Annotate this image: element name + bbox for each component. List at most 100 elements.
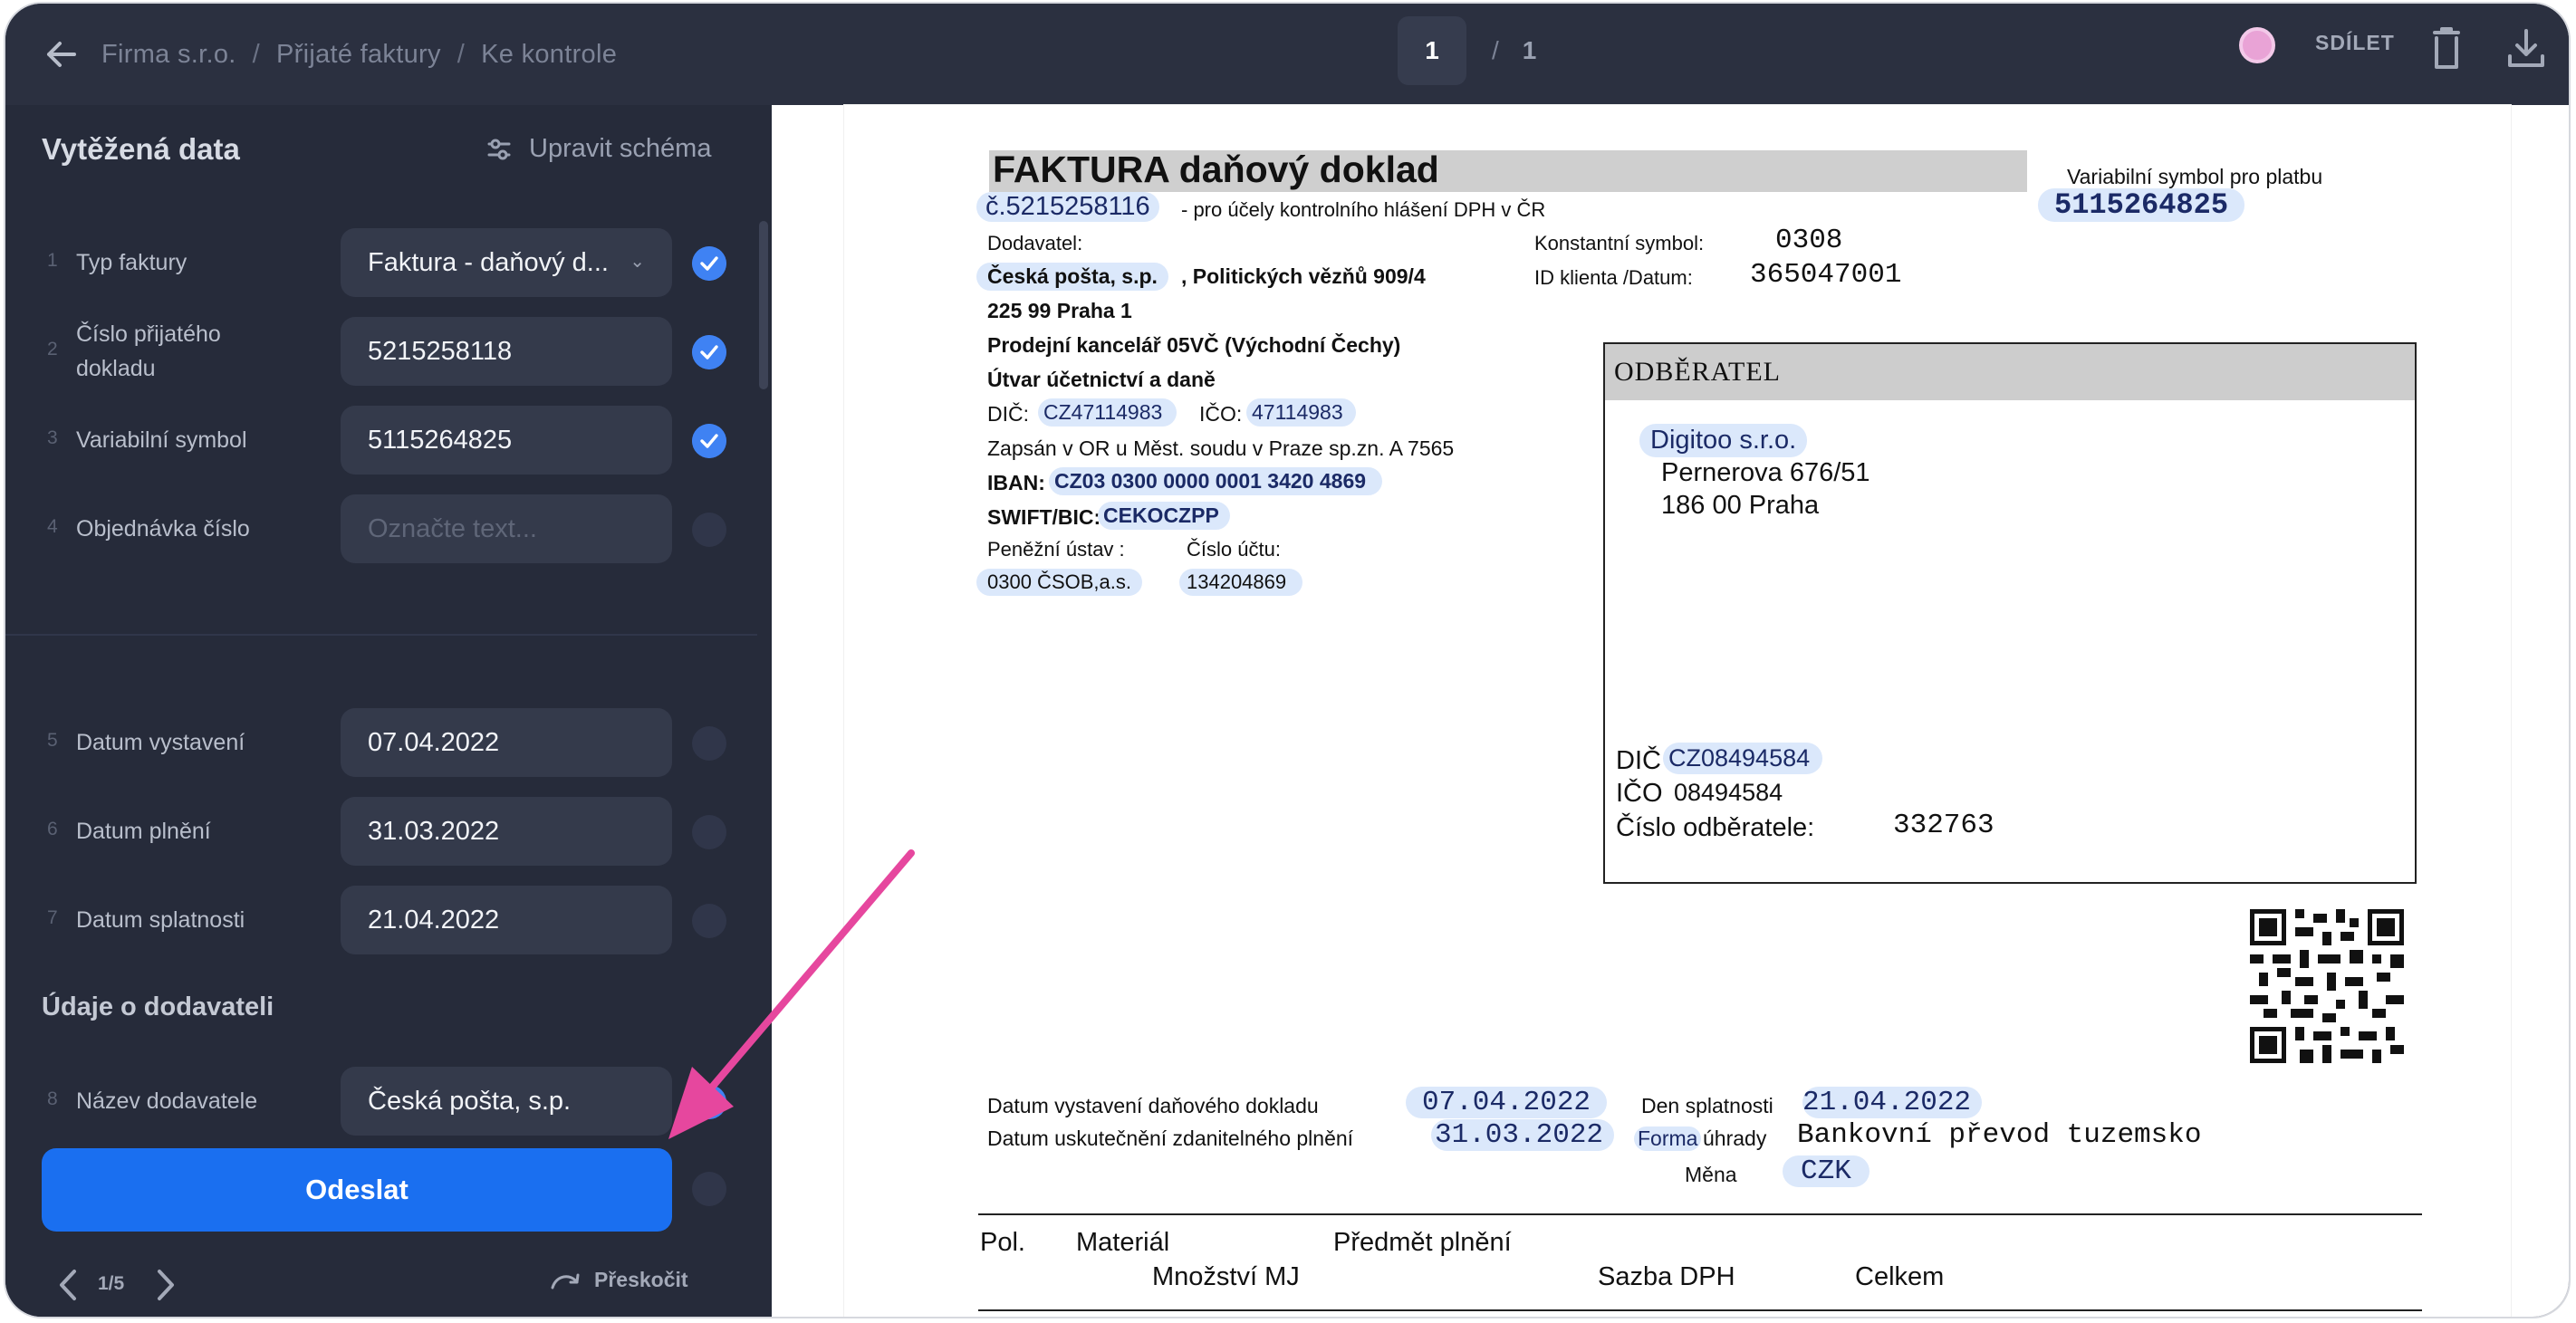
download-icon[interactable] bbox=[2503, 25, 2550, 72]
column-subject: Předmět plnění bbox=[1333, 1228, 1512, 1257]
sidebar-footer: 1/5 Přeskočit bbox=[5, 1257, 772, 1317]
check-icon[interactable] bbox=[692, 335, 726, 369]
taxable-date-value[interactable]: 31.03.2022 bbox=[1431, 1119, 1615, 1151]
field-label: Datum vystavení bbox=[76, 730, 245, 755]
unchecked-circle-icon[interactable] bbox=[692, 815, 726, 849]
document-number-input[interactable]: 5215258118 bbox=[341, 317, 672, 386]
supplier-office: Prodejní kancelář 05VČ (Východní Čechy) bbox=[987, 333, 1401, 357]
issue-date-value[interactable]: 07.04.2022 bbox=[1406, 1087, 1608, 1118]
breadcrumb-separator: / bbox=[457, 39, 466, 69]
app-window: Firma s.r.o. / Přijaté faktury / Ke kont… bbox=[5, 4, 2569, 1317]
field-row-invoice-type: 1 Typ faktury Faktura - daňový d... ⌄ bbox=[5, 228, 772, 297]
buyer-number-value: 332763 bbox=[1893, 810, 1994, 841]
breadcrumb-to-review[interactable]: Ke kontrole bbox=[481, 40, 617, 70]
field-number: 2 bbox=[47, 339, 58, 360]
due-date-label: Den splatnosti bbox=[1641, 1094, 1773, 1117]
variable-symbol-input[interactable]: 5115264825 bbox=[341, 406, 672, 475]
chevron-left-icon[interactable] bbox=[53, 1266, 83, 1304]
swift-value[interactable]: CEKOCZPP bbox=[1098, 502, 1230, 530]
supplier-name-input[interactable]: Česká pošta, s.p. bbox=[341, 1067, 672, 1136]
supplier-ico[interactable]: 47114983 bbox=[1246, 398, 1356, 427]
invoice-number[interactable]: č.5215258116 bbox=[976, 192, 1159, 222]
skip-arrow-icon bbox=[551, 1273, 580, 1289]
payment-form-label: Forma bbox=[1634, 1126, 1702, 1151]
unchecked-circle-icon[interactable] bbox=[692, 1172, 726, 1206]
swift-label: SWIFT/BIC: bbox=[987, 505, 1101, 529]
skip-button[interactable]: Přeskočit bbox=[549, 1268, 688, 1292]
field-number: 3 bbox=[47, 427, 58, 448]
due-date-input[interactable]: 21.04.2022 bbox=[341, 886, 672, 954]
field-row-document-number: 2 Číslo přijatého dokladu 5215258118 bbox=[5, 317, 772, 386]
supplier-label: Dodavatel: bbox=[987, 232, 1083, 254]
supplier-address-2: 225 99 Praha 1 bbox=[987, 299, 1132, 322]
buyer-box: ODBĚRATEL Digitoo s.r.o. Pernerova 676/5… bbox=[1603, 342, 2417, 884]
breadcrumb-company[interactable]: Firma s.r.o. bbox=[101, 40, 236, 70]
bank-label: Peněžní ústav : bbox=[987, 538, 1125, 561]
field-number: 4 bbox=[47, 516, 58, 537]
fulfilment-date-input[interactable]: 31.03.2022 bbox=[341, 797, 672, 866]
unchecked-circle-icon[interactable] bbox=[692, 726, 726, 761]
field-label: Objednávka číslo bbox=[76, 516, 250, 542]
supplier-dic[interactable]: CZ47114983 bbox=[1038, 398, 1177, 427]
page-separator: / bbox=[1492, 36, 1499, 64]
const-symbol-label: Konstantní symbol: bbox=[1534, 232, 1705, 254]
check-icon[interactable] bbox=[692, 1085, 726, 1119]
currency-value[interactable]: CZK bbox=[1783, 1155, 1870, 1187]
account-value[interactable]: 134204869 bbox=[1179, 569, 1303, 596]
invoice-type-value: Faktura - daňový d... bbox=[368, 247, 609, 277]
unchecked-circle-icon[interactable] bbox=[692, 513, 726, 547]
field-number: 6 bbox=[47, 819, 58, 839]
buyer-name[interactable]: Digitoo s.r.o. bbox=[1639, 424, 1808, 457]
check-icon[interactable] bbox=[692, 424, 726, 458]
supplier-name[interactable]: Česká pošta, s.p. bbox=[976, 263, 1168, 291]
buyer-dic-value[interactable]: CZ08494584 bbox=[1663, 743, 1823, 774]
buyer-dic-label: DIČ bbox=[1616, 746, 1661, 775]
payment-label-suffix: úhrady bbox=[1703, 1126, 1767, 1150]
supplier-address-1: , Politických vězňů 909/4 bbox=[1181, 264, 1426, 288]
check-icon[interactable] bbox=[692, 246, 726, 281]
payment-form-value: Bankovní převod tuzemsko bbox=[1797, 1119, 2202, 1151]
due-date-value[interactable]: 21.04.2022 bbox=[1802, 1087, 1983, 1118]
issue-date-input[interactable]: 07.04.2022 bbox=[341, 708, 672, 777]
section-divider bbox=[5, 634, 757, 636]
extracted-data-sidebar: Vytěžená data Upravit schéma 1 Typ faktu… bbox=[5, 105, 772, 1317]
invoice-title: FAKTURA daňový doklad bbox=[993, 149, 1439, 190]
field-label: Datum plnění bbox=[76, 819, 211, 844]
current-page-input[interactable]: 1 bbox=[1398, 16, 1466, 85]
vs-value[interactable]: 5115264825 bbox=[2038, 188, 2245, 222]
unchecked-circle-icon[interactable] bbox=[692, 904, 726, 938]
column-total: Celkem bbox=[1855, 1262, 1945, 1291]
avatar[interactable] bbox=[2239, 27, 2275, 63]
account-label: Číslo účtu: bbox=[1187, 538, 1281, 561]
breadcrumb-separator: / bbox=[252, 39, 260, 69]
buyer-heading: ODBĚRATEL bbox=[1614, 357, 1781, 387]
client-id-value: 365047001 bbox=[1750, 259, 1902, 291]
client-id-label: ID klienta /Datum: bbox=[1534, 266, 1693, 289]
field-number: 8 bbox=[47, 1088, 58, 1109]
invoice-number-note: - pro účely kontrolního hlášení DPH v ČR bbox=[1181, 198, 1546, 221]
const-symbol-value: 0308 bbox=[1775, 225, 1843, 256]
field-number: 7 bbox=[47, 907, 58, 928]
column-material: Materiál bbox=[1076, 1228, 1170, 1257]
trash-icon[interactable] bbox=[2424, 24, 2469, 74]
submit-button[interactable]: Odeslat bbox=[42, 1148, 672, 1232]
chevron-right-icon[interactable] bbox=[150, 1266, 181, 1304]
skip-label: Přeskočit bbox=[594, 1268, 688, 1291]
sidebar-title: Vytěžená data bbox=[42, 132, 240, 166]
bank-value[interactable]: 0300 ČSOB,a.s. bbox=[976, 569, 1142, 596]
invoice-type-select[interactable]: Faktura - daňový d... ⌄ bbox=[341, 228, 672, 297]
field-number: 1 bbox=[47, 250, 58, 271]
document-viewer: FAKTURA daňový doklad č.5215258116 - pro… bbox=[772, 105, 2569, 1317]
order-number-input[interactable] bbox=[341, 494, 672, 563]
edit-schema-button[interactable]: Upravit schéma bbox=[485, 134, 711, 164]
buyer-city: 186 00 Praha bbox=[1661, 491, 1820, 520]
breadcrumb-received-invoices[interactable]: Přijaté faktury bbox=[276, 40, 441, 70]
field-row-supplier-name: 8 Název dodavatele Česká pošta, s.p. bbox=[5, 1067, 772, 1136]
back-arrow-icon[interactable] bbox=[33, 25, 91, 83]
dic-label: DIČ: bbox=[987, 402, 1029, 426]
supplier-department: Útvar účetnictví a daně bbox=[987, 368, 1216, 391]
top-bar: Firma s.r.o. / Přijaté faktury / Ke kont… bbox=[5, 4, 2569, 105]
share-button[interactable]: SDÍLET bbox=[2315, 31, 2395, 55]
field-row-order-number: 4 Objednávka číslo bbox=[5, 494, 772, 563]
iban-value[interactable]: CZ03 0300 0000 0001 3420 4869 bbox=[1049, 467, 1383, 495]
